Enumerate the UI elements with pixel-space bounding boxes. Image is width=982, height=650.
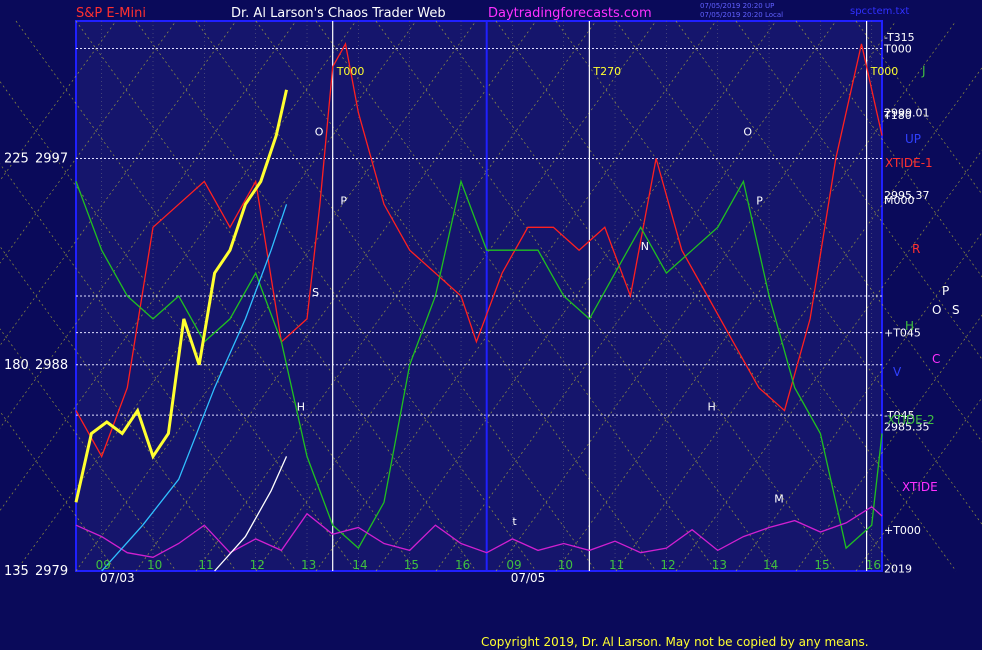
header-left-title: S&P E-Mini	[76, 6, 146, 21]
x-tick-label: 13	[712, 558, 727, 572]
point-label: O	[315, 126, 324, 139]
x-tick-label: 12	[660, 558, 675, 572]
side-legend-label: UP	[905, 132, 921, 146]
x-tick-label: 14	[352, 558, 367, 572]
x-tick-label: 16	[866, 558, 881, 572]
x-tick-label: 11	[198, 558, 213, 572]
right-price-label: 2019	[884, 563, 912, 576]
point-label: P	[340, 194, 347, 207]
marker-label: T270	[592, 65, 621, 78]
date-label: 07/05	[511, 571, 546, 585]
y-tick-left-label: 135	[4, 564, 29, 579]
y-tick-left-label: 225	[4, 152, 29, 167]
marker-label: T000	[870, 65, 899, 78]
x-tick-label: 13	[301, 558, 316, 572]
point-label: t	[512, 515, 517, 528]
point-label: S	[312, 286, 319, 299]
header-center-title: Dr. Al Larson's Chaos Trader Web	[231, 6, 446, 21]
x-tick-label: 10	[558, 558, 573, 572]
point-label: M	[774, 492, 784, 505]
x-tick-label: 15	[404, 558, 419, 572]
side-legend-label: O	[932, 303, 941, 317]
y-tick-right-label: 2988	[35, 358, 68, 373]
right-price-label: +T045	[884, 327, 921, 340]
side-legend-label: J	[921, 64, 926, 78]
header-site[interactable]: Daytradingforecasts.com	[488, 6, 652, 21]
side-legend-label: XTIDE-1	[885, 156, 933, 170]
y-tick-right-label: 2997	[35, 152, 68, 167]
right-price-label: +T000	[884, 524, 921, 537]
side-legend-label: V	[893, 365, 902, 379]
side-legend-label: XTIDE-2	[887, 413, 935, 427]
marker-label: T000	[336, 65, 365, 78]
x-tick-label: 10	[147, 558, 162, 572]
header-stamp1: 07/05/2019 20:20 UP	[700, 2, 774, 10]
x-tick-label: 09	[506, 558, 521, 572]
x-tick-label: 12	[250, 558, 265, 572]
x-tick-label: 09	[96, 558, 111, 572]
x-tick-label: 15	[814, 558, 829, 572]
point-label: P	[756, 194, 763, 207]
point-label: H	[707, 401, 715, 414]
date-label: 07/03	[100, 571, 135, 585]
x-tick-label: 11	[609, 558, 624, 572]
right-price-label: T000	[883, 43, 912, 56]
side-legend-label: R	[912, 242, 920, 256]
x-tick-label: 14	[763, 558, 778, 572]
side-legend-label: C	[932, 352, 940, 366]
header-file: spcctem.txt	[850, 6, 909, 17]
side-legend-label: P	[942, 284, 949, 298]
y-tick-right-label: 2979	[35, 564, 68, 579]
point-label: N	[641, 240, 649, 253]
side-legend-label: S	[952, 303, 960, 317]
chart-root: 09 10 11 12 13 14 15 16 09 10 11 12 13 14 15 16 T000 T270…	[0, 0, 982, 650]
right-price-label: T180	[883, 109, 912, 122]
header-stamp2: 07/05/2019 20:20 Local	[700, 11, 783, 19]
side-legend-label: XTIDE	[902, 480, 938, 494]
x-tick-label: 16	[455, 558, 470, 572]
copyright: Copyright 2019, Dr. Al Larson. May not b…	[481, 635, 869, 649]
side-legend-label: H	[905, 319, 914, 333]
y-tick-left-label: 180	[4, 358, 29, 373]
point-label: H	[297, 401, 305, 414]
right-price-label: M000	[884, 194, 915, 207]
point-label: O	[743, 126, 752, 139]
